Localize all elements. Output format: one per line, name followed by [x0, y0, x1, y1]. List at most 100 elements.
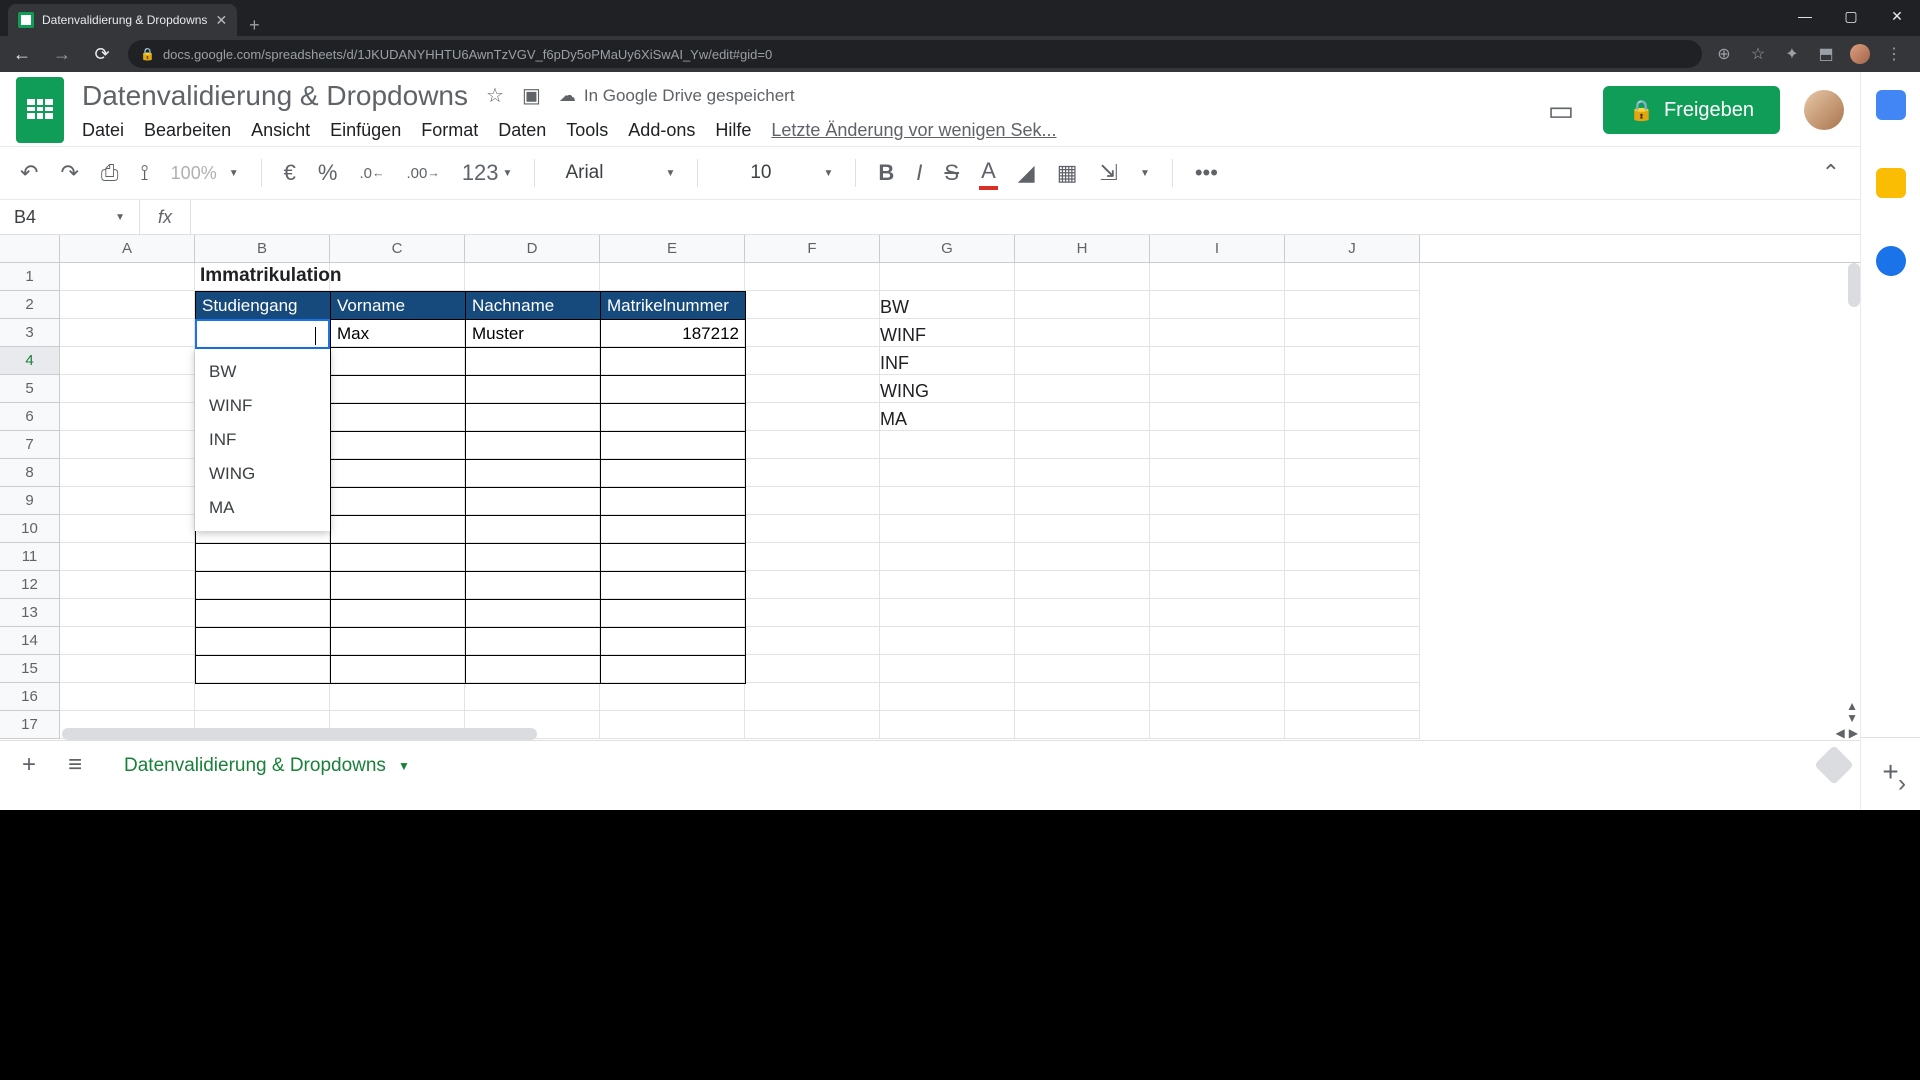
all-sheets-button[interactable]: ≡ [58, 751, 92, 779]
dd-item-inf[interactable]: INF [195, 423, 330, 457]
cell-C6[interactable] [331, 376, 466, 404]
bgcell[interactable] [880, 599, 1015, 627]
italic-icon[interactable]: I [916, 160, 922, 186]
vertical-scrollbar[interactable] [1848, 263, 1860, 307]
cell-E10[interactable] [601, 488, 746, 516]
font-family-dropdown[interactable]: Arial [557, 162, 643, 184]
bgcell[interactable] [1015, 487, 1150, 515]
scroll-right-icon[interactable]: ▶ [1849, 726, 1858, 740]
cell-E4[interactable]: 187212 [601, 320, 746, 348]
bgcell[interactable] [60, 347, 195, 375]
row-header-3[interactable]: 3 [0, 319, 60, 347]
window-close[interactable]: ✕ [1874, 0, 1920, 32]
new-tab-button[interactable]: + [237, 15, 272, 36]
bgcell[interactable] [1150, 487, 1285, 515]
print-icon[interactable]: ⎙ [101, 160, 119, 186]
cell-D4[interactable]: Muster [466, 320, 601, 348]
nav-reload-icon[interactable]: ⟳ [88, 44, 116, 65]
bgcell[interactable] [1015, 599, 1150, 627]
bgcell[interactable] [745, 263, 880, 291]
bgcell[interactable] [745, 291, 880, 319]
tasks-sidepanel-icon[interactable] [1876, 246, 1906, 276]
validation-dropdown[interactable]: BW WINF INF WING MA [195, 349, 330, 531]
bgcell[interactable] [745, 375, 880, 403]
cell-G5[interactable]: INF [880, 349, 929, 377]
bgcell[interactable] [1285, 571, 1420, 599]
collapse-toolbar-icon[interactable]: ⌃ [1822, 160, 1840, 186]
bgcell[interactable] [1150, 515, 1285, 543]
cell-E13[interactable] [601, 572, 746, 600]
col-header-C[interactable]: C [330, 235, 465, 262]
col-header-F[interactable]: F [745, 235, 880, 262]
bgcell[interactable] [880, 683, 1015, 711]
bgcell[interactable] [1015, 291, 1150, 319]
bgcell[interactable] [1150, 599, 1285, 627]
bgcell[interactable] [60, 291, 195, 319]
dd-item-ma[interactable]: MA [195, 491, 330, 525]
bgcell[interactable] [1285, 263, 1420, 291]
window-minimize[interactable]: ― [1782, 0, 1828, 32]
bgcell[interactable] [60, 655, 195, 683]
menu-bearbeiten[interactable]: Bearbeiten [144, 120, 231, 141]
cell-E14[interactable] [601, 600, 746, 628]
bgcell[interactable] [60, 487, 195, 515]
bgcell[interactable] [1150, 263, 1285, 291]
cell-D8[interactable] [466, 432, 601, 460]
bgcell[interactable] [1285, 403, 1420, 431]
explore-button[interactable] [1814, 745, 1854, 785]
bgcell[interactable] [1150, 627, 1285, 655]
last-change-link[interactable]: Letzte Änderung vor wenigen Sek... [771, 120, 1056, 141]
bgcell[interactable] [1015, 571, 1150, 599]
nav-forward-icon[interactable]: → [48, 44, 76, 65]
strikethrough-icon[interactable]: S [944, 160, 959, 186]
col-header-B[interactable]: B [195, 235, 330, 262]
cell-D14[interactable] [466, 600, 601, 628]
row-header-10[interactable]: 10 [0, 515, 60, 543]
bgcell[interactable] [60, 459, 195, 487]
bgcell[interactable] [745, 487, 880, 515]
profile-avatar-icon[interactable] [1850, 44, 1870, 64]
th-studiengang[interactable]: Studiengang [196, 292, 331, 320]
cell-G7[interactable]: MA [880, 405, 929, 433]
bgcell[interactable] [60, 571, 195, 599]
cell-D6[interactable] [466, 376, 601, 404]
row-header-11[interactable]: 11 [0, 543, 60, 571]
bold-icon[interactable]: B [878, 160, 894, 186]
bgcell[interactable] [1150, 431, 1285, 459]
col-header-D[interactable]: D [465, 235, 600, 262]
cell-E6[interactable] [601, 376, 746, 404]
bgcell[interactable] [60, 683, 195, 711]
browser-menu-icon[interactable]: ⋮ [1884, 44, 1904, 64]
share-button[interactable]: 🔒 Freigeben [1603, 86, 1780, 134]
scroll-left-icon[interactable]: ◀ [1836, 726, 1845, 740]
bgcell[interactable] [1015, 627, 1150, 655]
bgcell[interactable] [60, 599, 195, 627]
bgcell[interactable] [60, 263, 195, 291]
text-color-icon[interactable]: A [981, 158, 996, 188]
formula-bar[interactable] [190, 200, 1860, 234]
col-header-J[interactable]: J [1285, 235, 1420, 262]
bgcell[interactable] [1285, 683, 1420, 711]
cell-D7[interactable] [466, 404, 601, 432]
doc-title[interactable]: Datenvalidierung & Dropdowns [82, 80, 468, 112]
increase-decimal[interactable]: .00→ [406, 165, 439, 182]
row-header-13[interactable]: 13 [0, 599, 60, 627]
bgcell[interactable] [60, 627, 195, 655]
bgcell[interactable] [1285, 627, 1420, 655]
cell-G4[interactable]: WINF [880, 321, 929, 349]
cell-E12[interactable] [601, 544, 746, 572]
cell-C11[interactable] [331, 516, 466, 544]
bgcell[interactable] [60, 319, 195, 347]
account-avatar[interactable] [1804, 90, 1844, 130]
bgcell[interactable] [330, 263, 465, 291]
cell-B14[interactable] [196, 600, 331, 628]
bgcell[interactable] [1285, 319, 1420, 347]
menu-hilfe[interactable]: Hilfe [715, 120, 751, 141]
bgcell[interactable] [745, 459, 880, 487]
bgcell[interactable] [880, 459, 1015, 487]
bgcell[interactable] [1150, 375, 1285, 403]
fill-color-icon[interactable]: ◢ [1018, 160, 1035, 186]
cell-C14[interactable] [331, 600, 466, 628]
cell-D15[interactable] [466, 628, 601, 656]
cell-D5[interactable] [466, 348, 601, 376]
